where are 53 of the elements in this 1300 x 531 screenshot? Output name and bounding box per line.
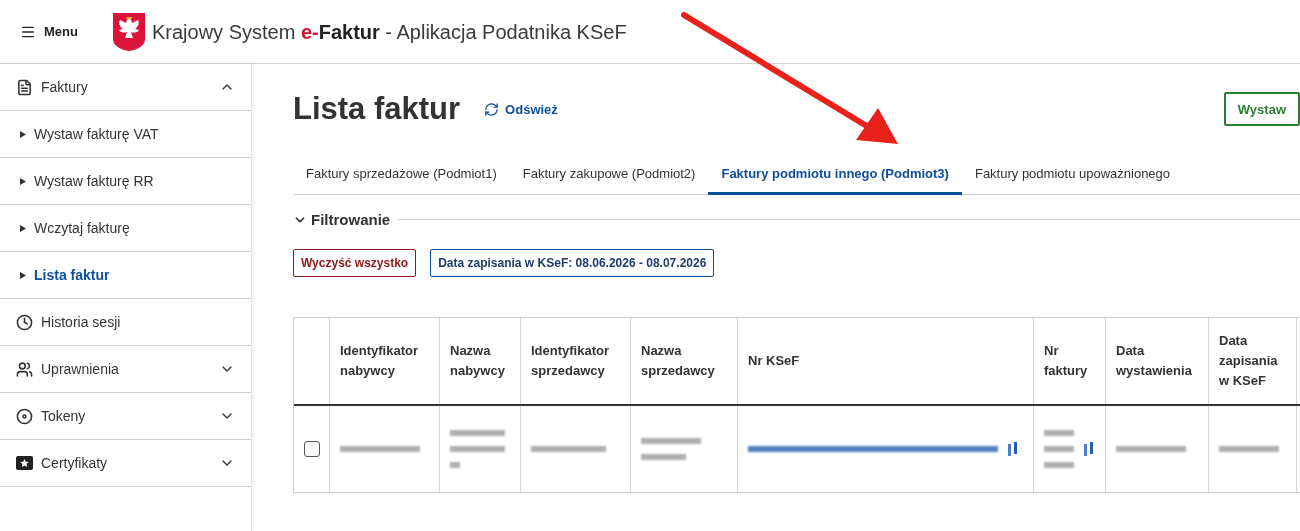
redacted-text: [641, 454, 686, 460]
eagle-emblem-icon: [111, 11, 146, 52]
sidebar-item[interactable]: Certyfikaty: [0, 440, 251, 487]
sidebar-item[interactable]: Uprawnienia: [0, 346, 251, 393]
sidebar-subitem[interactable]: Lista faktur: [0, 252, 251, 299]
bullet-icon: [20, 177, 26, 185]
redacted-text: [1044, 430, 1074, 436]
document-icon: [16, 78, 33, 96]
redacted-text: [450, 430, 505, 436]
disc-icon: [16, 407, 33, 425]
tab[interactable]: Faktury podmiotu innego (Podmiot3): [708, 156, 962, 195]
clock-icon: [16, 313, 33, 331]
refresh-icon: [484, 101, 500, 117]
copy-icon: [1084, 442, 1094, 456]
app-title: Krajowy System e-Faktur - Aplikacja Podatnika KSeF: [151, 19, 627, 45]
tab[interactable]: Faktury zakupowe (Podmiot2): [509, 156, 709, 195]
bullet-icon: [20, 271, 26, 279]
column-header: Data wystawienia: [1116, 342, 1193, 380]
filter-chip[interactable]: Data zapisania w KSeF: 08.06.2026 - 08.07.2026: [430, 249, 715, 277]
page-title: Lista faktur: [293, 90, 461, 128]
people-icon: [16, 360, 33, 378]
clear-filters-button[interactable]: Wyczyść wszystko: [293, 249, 417, 277]
sidebar-item[interactable]: Historia sesji: [0, 299, 251, 346]
sidebar-subitem[interactable]: Wystaw fakturę VAT: [0, 111, 251, 158]
menu-button[interactable]: Menu: [20, 21, 78, 42]
sidebar-subitem[interactable]: Wystaw fakturę RR: [0, 158, 251, 205]
column-header: Data zapisania w KSeF: [1219, 332, 1279, 390]
redacted-text: [1116, 446, 1186, 452]
column-header: Nr KSeF: [748, 352, 800, 370]
column-header: Nazwa sprzedawcy: [641, 342, 716, 380]
issue-button[interactable]: Wystaw: [1223, 92, 1300, 127]
column-header: Nazwa nabywcy: [450, 342, 506, 380]
row-checkbox[interactable]: [303, 441, 320, 457]
bullet-icon: [20, 130, 26, 138]
column-header: Nr faktury: [1044, 342, 1089, 380]
redacted-text: [1044, 446, 1074, 452]
sidebar-item[interactable]: Tokeny: [0, 393, 251, 440]
refresh-button[interactable]: Odśwież: [484, 99, 558, 119]
certificate-icon: [16, 456, 33, 470]
redacted-text: [1044, 462, 1074, 468]
tab[interactable]: Faktury sprzedażowe (Podmiot1): [293, 156, 510, 195]
column-header: Identyfikator nabywcy: [340, 342, 419, 380]
bullet-icon: [20, 224, 26, 232]
copy-icon: [1008, 442, 1018, 456]
redacted-text: [450, 462, 460, 468]
column-header: Identyfikator sprzedawcy: [531, 342, 610, 380]
redacted-text: [1219, 446, 1279, 452]
filter-toggle[interactable]: Filtrowanie: [293, 208, 391, 231]
sidebar-item[interactable]: Faktury: [0, 64, 251, 111]
sidebar-subitem[interactable]: Wczytaj fakturę: [0, 205, 251, 252]
tab[interactable]: Faktury podmiotu upoważnionego: [961, 156, 1184, 195]
redacted-text: [641, 438, 701, 444]
redacted-text: [450, 446, 505, 452]
